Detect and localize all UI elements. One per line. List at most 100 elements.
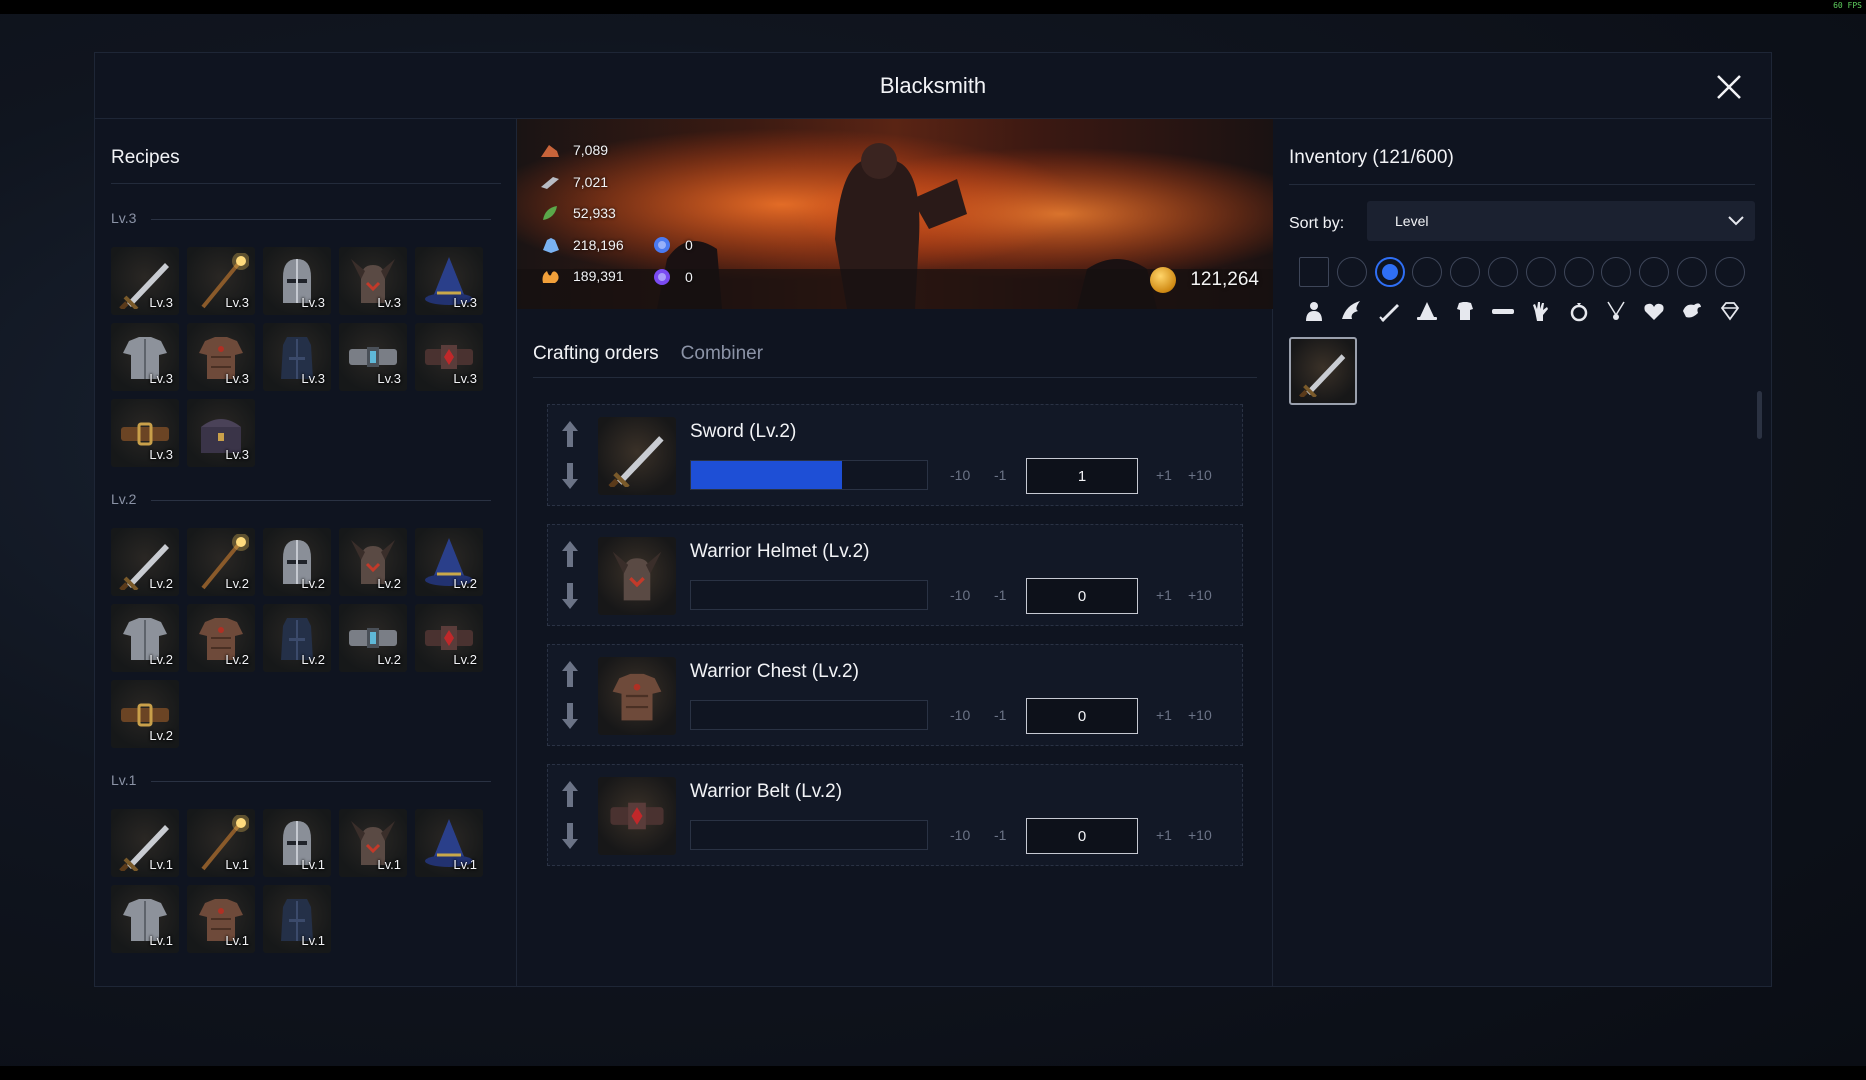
- recipe-slot[interactable]: Lv.3: [187, 247, 255, 315]
- recipe-slot[interactable]: Lv.1: [415, 809, 483, 877]
- decrease-10-button[interactable]: -10: [950, 827, 970, 843]
- decrease-1-button[interactable]: -1: [994, 587, 1006, 603]
- resource-counter: 7,089: [539, 141, 608, 159]
- recipe-slot[interactable]: Lv.3: [415, 323, 483, 391]
- rarity-filter-option[interactable]: [1374, 257, 1405, 287]
- sort-dropdown[interactable]: Level: [1367, 201, 1755, 241]
- increase-10-button[interactable]: +10: [1188, 827, 1212, 843]
- increase-1-button[interactable]: +1: [1156, 467, 1172, 483]
- decrease-10-button[interactable]: -10: [950, 467, 970, 483]
- crafting-order: Warrior Belt (Lv.2) -10 -1 +1 +10: [547, 764, 1243, 866]
- category-filter[interactable]: [1378, 299, 1402, 323]
- rarity-filter-option[interactable]: [1336, 257, 1367, 287]
- category-filter[interactable]: [1718, 299, 1742, 323]
- category-filter[interactable]: [1491, 299, 1515, 323]
- quantity-input[interactable]: [1026, 698, 1138, 734]
- quantity-input[interactable]: [1026, 818, 1138, 854]
- move-down-button[interactable]: [560, 461, 580, 491]
- rarity-filter-option[interactable]: [1714, 257, 1745, 287]
- recipe-slot[interactable]: Lv.2: [111, 604, 179, 672]
- inventory-scrollbar[interactable]: [1757, 391, 1762, 439]
- quantity-input[interactable]: [1026, 458, 1138, 494]
- recipe-slot[interactable]: Lv.2: [415, 528, 483, 596]
- decrease-1-button[interactable]: -1: [994, 827, 1006, 843]
- recipe-slot[interactable]: Lv.3: [339, 247, 407, 315]
- decrease-10-button[interactable]: -10: [950, 707, 970, 723]
- resource-amount: 7,089: [573, 142, 609, 158]
- resource-counter: 7,021: [539, 173, 608, 191]
- close-button[interactable]: [1715, 73, 1743, 101]
- recipe-level-label: Lv.2: [377, 576, 401, 591]
- inventory-slot[interactable]: [1289, 337, 1357, 405]
- category-filter[interactable]: [1642, 299, 1666, 323]
- recipe-slot[interactable]: Lv.3: [187, 399, 255, 467]
- move-up-button[interactable]: [560, 779, 580, 809]
- recipe-slot[interactable]: Lv.2: [339, 604, 407, 672]
- category-filter[interactable]: [1340, 299, 1364, 323]
- category-filter[interactable]: [1567, 299, 1591, 323]
- recipe-slot[interactable]: Lv.1: [263, 809, 331, 877]
- decrease-1-button[interactable]: -1: [994, 707, 1006, 723]
- increase-1-button[interactable]: +1: [1156, 587, 1172, 603]
- rarity-filter-option[interactable]: [1450, 257, 1481, 287]
- category-filter[interactable]: [1529, 299, 1553, 323]
- resource-counter: 52,933: [539, 204, 616, 222]
- recipe-slot[interactable]: Lv.2: [263, 604, 331, 672]
- ornament-icon: [1683, 303, 1701, 318]
- crystal-icon: [543, 237, 559, 253]
- recipe-slot[interactable]: Lv.3: [111, 323, 179, 391]
- rarity-filter-option[interactable]: [1412, 257, 1443, 287]
- recipe-slot[interactable]: Lv.2: [339, 528, 407, 596]
- recipe-slot[interactable]: Lv.3: [415, 247, 483, 315]
- recipe-slot[interactable]: Lv.3: [263, 247, 331, 315]
- recipe-slot[interactable]: Lv.3: [263, 323, 331, 391]
- category-filter[interactable]: [1680, 299, 1704, 323]
- move-down-button[interactable]: [560, 821, 580, 851]
- category-filter[interactable]: [1453, 299, 1477, 323]
- recipe-slot[interactable]: Lv.2: [187, 528, 255, 596]
- category-filter[interactable]: [1604, 299, 1628, 323]
- move-down-button[interactable]: [560, 581, 580, 611]
- increase-10-button[interactable]: +10: [1188, 707, 1212, 723]
- recipe-slot[interactable]: Lv.3: [111, 247, 179, 315]
- decrease-10-button[interactable]: -10: [950, 587, 970, 603]
- increase-10-button[interactable]: +10: [1188, 467, 1212, 483]
- recipe-level-label: Lv.2: [149, 728, 173, 743]
- recipe-slot[interactable]: Lv.2: [111, 680, 179, 748]
- recipe-slot[interactable]: Lv.3: [339, 323, 407, 391]
- move-up-button[interactable]: [560, 419, 580, 449]
- increase-1-button[interactable]: +1: [1156, 707, 1172, 723]
- rarity-filter-option[interactable]: [1525, 257, 1556, 287]
- decrease-1-button[interactable]: -1: [994, 467, 1006, 483]
- recipe-slot[interactable]: Lv.2: [263, 528, 331, 596]
- rarity-filter-all[interactable]: [1299, 257, 1329, 287]
- recipe-slot[interactable]: Lv.2: [415, 604, 483, 672]
- tab-crafting-orders[interactable]: Crafting orders: [533, 343, 659, 365]
- recipe-slot[interactable]: Lv.1: [187, 809, 255, 877]
- recipe-slot[interactable]: Lv.1: [111, 809, 179, 877]
- rarity-filter-option[interactable]: [1488, 257, 1518, 287]
- recipe-slot[interactable]: Lv.1: [263, 885, 331, 953]
- rarity-filter-option[interactable]: [1639, 257, 1670, 287]
- category-filter[interactable]: [1302, 299, 1326, 323]
- recipe-slot[interactable]: Lv.1: [187, 885, 255, 953]
- gem-amount: 0: [685, 237, 693, 253]
- move-down-button[interactable]: [560, 701, 580, 731]
- recipe-slot[interactable]: Lv.3: [187, 323, 255, 391]
- move-up-button[interactable]: [560, 539, 580, 569]
- increase-1-button[interactable]: +1: [1156, 827, 1172, 843]
- resource-counter: 218,196: [539, 236, 624, 254]
- recipe-slot[interactable]: Lv.1: [111, 885, 179, 953]
- tab-combiner[interactable]: Combiner: [681, 343, 763, 365]
- recipe-slot[interactable]: Lv.2: [111, 528, 179, 596]
- category-filter[interactable]: [1415, 299, 1439, 323]
- increase-10-button[interactable]: +10: [1188, 587, 1212, 603]
- rarity-filter-option[interactable]: [1601, 257, 1632, 287]
- quantity-input[interactable]: [1026, 578, 1138, 614]
- recipe-slot[interactable]: Lv.3: [111, 399, 179, 467]
- move-up-button[interactable]: [560, 659, 580, 689]
- recipe-slot[interactable]: Lv.2: [187, 604, 255, 672]
- recipe-slot[interactable]: Lv.1: [339, 809, 407, 877]
- rarity-filter-option[interactable]: [1563, 257, 1594, 287]
- rarity-filter-option[interactable]: [1677, 257, 1707, 287]
